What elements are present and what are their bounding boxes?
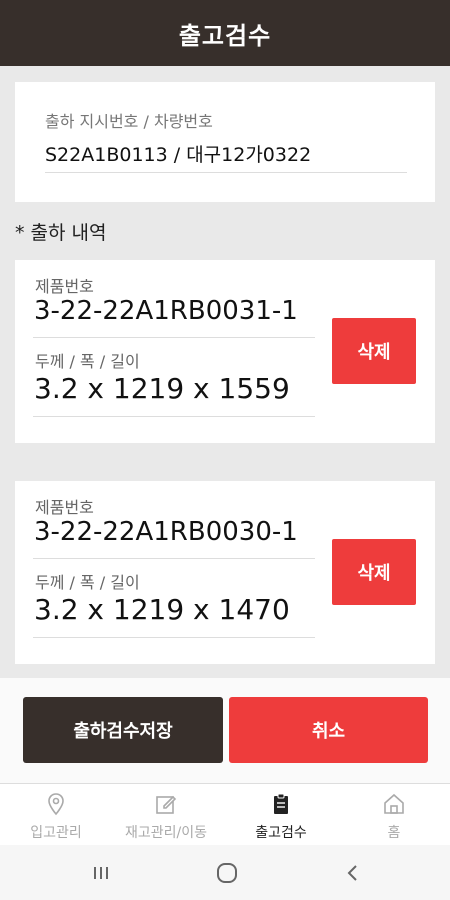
tab-inbound[interactable]: 입고관리 bbox=[0, 784, 112, 846]
location-pin-icon bbox=[48, 793, 64, 816]
back-icon[interactable] bbox=[340, 860, 366, 886]
tab-home[interactable]: 홈 bbox=[338, 784, 450, 846]
system-nav-bar bbox=[0, 845, 450, 900]
order-info-card: 출하 지시번호 / 차량번호 S22A1B0113 / 대구12가0322 bbox=[15, 82, 435, 202]
delete-button[interactable]: 삭제 bbox=[332, 318, 416, 384]
app-header: 출고검수 bbox=[0, 0, 450, 66]
tab-inventory[interactable]: 재고관리/이동 bbox=[110, 784, 222, 846]
section-title: * 출하 내역 bbox=[15, 222, 107, 244]
dimensions-label: 두께 / 폭 / 길이 bbox=[35, 352, 140, 371]
divider bbox=[33, 416, 315, 417]
product-number-label: 제품번호 bbox=[35, 498, 94, 517]
home-icon bbox=[384, 793, 404, 814]
order-label: 출하 지시번호 / 차량번호 bbox=[45, 112, 213, 131]
divider bbox=[33, 637, 315, 638]
tab-outbound-inspection[interactable]: 출고검수 bbox=[225, 784, 337, 846]
clipboard-icon bbox=[274, 793, 288, 814]
recent-apps-icon[interactable] bbox=[88, 860, 114, 886]
page-title: 출고검수 bbox=[178, 21, 272, 50]
tab-label: 재고관리/이동 bbox=[125, 825, 207, 841]
divider bbox=[33, 558, 315, 559]
dimensions-value: 3.2 x 1219 x 1470 bbox=[34, 593, 290, 626]
save-inspection-button[interactable]: 출하검수저장 bbox=[23, 697, 223, 763]
divider bbox=[33, 337, 315, 338]
shipment-item-card: 제품번호 3-22-22A1RB0031-1 두께 / 폭 / 길이 3.2 x… bbox=[15, 260, 435, 443]
dimensions-label: 두께 / 폭 / 길이 bbox=[35, 573, 140, 592]
edit-icon bbox=[156, 795, 177, 814]
bottom-tab-bar: 입고관리 재고관리/이동 출고검수 홈 bbox=[0, 783, 450, 845]
tab-label: 홈 bbox=[387, 825, 401, 841]
action-bar: 출하검수저장 취소 bbox=[0, 678, 450, 783]
shipment-item-card: 제품번호 3-22-22A1RB0030-1 두께 / 폭 / 길이 3.2 x… bbox=[15, 481, 435, 664]
order-value-field[interactable]: S22A1B0113 / 대구12가0322 bbox=[45, 140, 311, 167]
tab-label: 출고검수 bbox=[255, 825, 307, 841]
product-number-value: 3-22-22A1RB0031-1 bbox=[34, 296, 298, 326]
home-circle-icon[interactable] bbox=[214, 860, 240, 886]
tab-label: 입고관리 bbox=[30, 825, 82, 841]
dimensions-value: 3.2 x 1219 x 1559 bbox=[34, 372, 290, 405]
product-number-value: 3-22-22A1RB0030-1 bbox=[34, 517, 298, 547]
product-number-label: 제품번호 bbox=[35, 277, 94, 296]
delete-button[interactable]: 삭제 bbox=[332, 539, 416, 605]
cancel-button[interactable]: 취소 bbox=[229, 697, 428, 763]
order-field-underline bbox=[45, 172, 407, 173]
